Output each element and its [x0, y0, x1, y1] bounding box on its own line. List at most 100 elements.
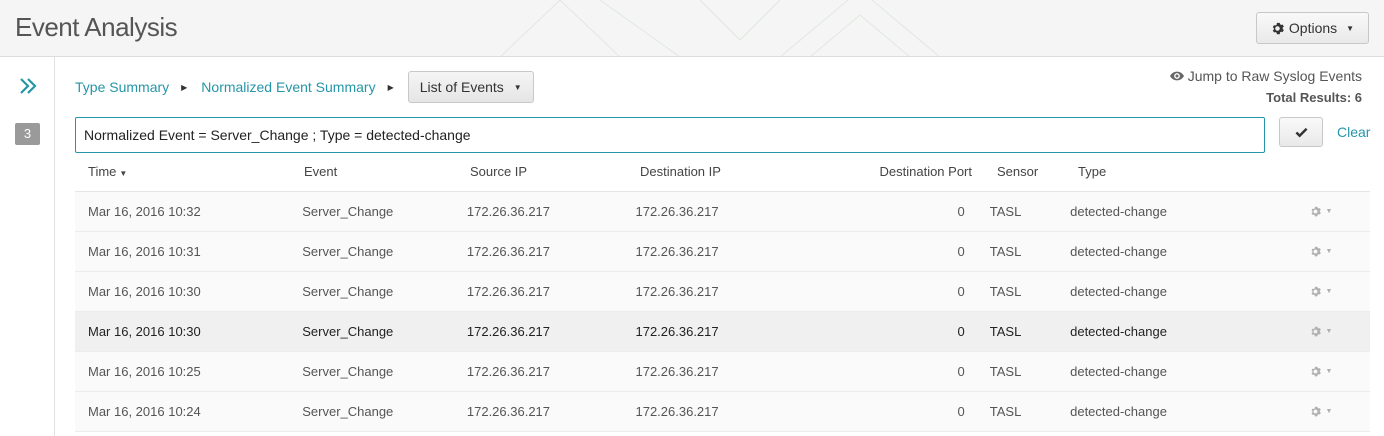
cell-sensor: TASL — [989, 324, 1022, 339]
list-of-events-dropdown[interactable]: List of Events ▼ — [407, 71, 534, 103]
column-header-label: Time — [88, 164, 117, 179]
eye-icon — [1169, 71, 1184, 81]
table-body: Mar 16, 2016 10:32 Server_Change 172.26.… — [75, 192, 1370, 432]
cell-destination-port: 0 — [957, 244, 965, 259]
jump-to-raw-syslog-link[interactable]: Jump to Raw Syslog Events — [1169, 68, 1362, 84]
table-row[interactable]: Mar 16, 2016 10:24 Server_Change 172.26.… — [75, 392, 1370, 432]
gear-icon — [1272, 22, 1284, 34]
row-actions-menu[interactable]: ▼ — [1310, 206, 1370, 217]
raw-link-label: Jump to Raw Syslog Events — [1187, 68, 1362, 84]
caret-right-icon: ▶ — [181, 82, 188, 92]
gear-icon — [1311, 286, 1322, 297]
table-row[interactable]: Mar 16, 2016 10:30 Server_Change 172.26.… — [75, 272, 1370, 312]
cell-event: Server_Change — [302, 324, 394, 339]
clear-filter-link[interactable]: Clear — [1337, 124, 1370, 140]
caret-down-icon: ▼ — [1325, 368, 1333, 375]
expand-panel-button[interactable] — [17, 75, 39, 97]
caret-down-icon: ▼ — [1325, 288, 1333, 295]
cell-source-ip: 172.26.36.217 — [466, 324, 551, 339]
cell-time: Mar 16, 2016 10:31 — [88, 244, 201, 259]
checkmark-icon — [1295, 127, 1307, 137]
caret-down-icon: ▼ — [1325, 328, 1333, 335]
cell-destination-port: 0 — [957, 324, 965, 339]
cell-sensor: TASL — [989, 244, 1022, 259]
cell-type: detected-change — [1070, 404, 1167, 419]
cell-destination-ip: 172.26.36.217 — [635, 404, 719, 419]
cell-event: Server_Change — [302, 404, 394, 419]
filter-input[interactable] — [75, 117, 1265, 153]
double-chevron-right-icon — [20, 78, 37, 94]
column-header-destination-ip[interactable]: Destination IP — [640, 164, 810, 179]
cell-destination-ip: 172.26.36.217 — [635, 284, 719, 299]
breadcrumb: Type Summary ▶ Normalized Event Summary … — [75, 71, 534, 103]
gear-icon — [1311, 366, 1322, 377]
column-header-time[interactable]: Time ▼ — [88, 164, 304, 179]
events-table: Time ▼ Event Source IP Destination IP Des… — [75, 152, 1370, 432]
cell-source-ip: 172.26.36.217 — [466, 364, 551, 379]
cell-destination-ip: 172.26.36.217 — [635, 244, 719, 259]
cell-source-ip: 172.26.36.217 — [466, 244, 551, 259]
cell-time: Mar 16, 2016 10:24 — [88, 404, 201, 419]
cell-source-ip: 172.26.36.217 — [466, 284, 551, 299]
breadcrumb-type-summary[interactable]: Type Summary — [75, 79, 169, 95]
row-actions-menu[interactable]: ▼ — [1310, 366, 1370, 377]
column-header-source-ip[interactable]: Source IP — [470, 164, 640, 179]
cell-sensor: TASL — [989, 404, 1022, 419]
cell-source-ip: 172.26.36.217 — [466, 404, 551, 419]
column-header-sensor[interactable]: Sensor — [972, 164, 1078, 179]
table-row[interactable]: Mar 16, 2016 10:30 Server_Change 172.26.… — [75, 312, 1370, 352]
row-actions-menu[interactable]: ▼ — [1310, 326, 1370, 337]
cell-type: detected-change — [1070, 364, 1167, 379]
page-title: Event Analysis — [15, 12, 178, 42]
cell-destination-ip: 172.26.36.217 — [635, 364, 719, 379]
page-header: Event Analysis Options ▼ — [0, 0, 1384, 57]
cell-type: detected-change — [1070, 284, 1167, 299]
column-header-destination-port[interactable]: Destination Port — [810, 164, 973, 179]
cell-source-ip: 172.26.36.217 — [466, 204, 551, 219]
table-row[interactable]: Mar 16, 2016 10:25 Server_Change 172.26.… — [75, 352, 1370, 392]
dropdown-label: List of Events — [419, 79, 504, 95]
gear-icon — [1311, 246, 1322, 257]
cell-event: Server_Change — [302, 204, 394, 219]
cell-destination-ip: 172.26.36.217 — [635, 204, 719, 219]
caret-down-icon: ▼ — [1325, 208, 1333, 215]
cell-event: Server_Change — [302, 284, 394, 299]
total-results: Total Results: 6 — [1266, 90, 1362, 105]
cell-destination-port: 0 — [957, 204, 965, 219]
cell-sensor: TASL — [989, 364, 1022, 379]
cell-type: detected-change — [1070, 244, 1167, 259]
cell-event: Server_Change — [302, 364, 394, 379]
column-header-event[interactable]: Event — [291, 164, 470, 179]
caret-down-icon: ▼ — [1325, 408, 1333, 415]
cell-event: Server_Change — [302, 244, 394, 259]
left-rail: 3 — [0, 57, 55, 436]
cell-time: Mar 16, 2016 10:32 — [88, 204, 201, 219]
apply-filter-button[interactable] — [1279, 117, 1323, 147]
gear-icon — [1311, 326, 1322, 337]
cell-destination-ip: 172.26.36.217 — [635, 324, 719, 339]
cell-destination-port: 0 — [957, 364, 965, 379]
column-header-type[interactable]: Type — [1078, 164, 1278, 179]
sort-desc-icon: ▼ — [119, 169, 128, 178]
cell-sensor: TASL — [989, 284, 1022, 299]
row-actions-menu[interactable]: ▼ — [1310, 246, 1370, 257]
row-actions-menu[interactable]: ▼ — [1310, 286, 1370, 297]
caret-down-icon: ▼ — [1325, 248, 1333, 255]
caret-down-icon: ▼ — [1346, 23, 1355, 33]
breadcrumb-normalized-event-summary[interactable]: Normalized Event Summary — [201, 79, 375, 95]
cell-sensor: TASL — [989, 204, 1022, 219]
caret-down-icon: ▼ — [513, 82, 522, 92]
row-actions-menu[interactable]: ▼ — [1310, 406, 1370, 417]
table-header: Time ▼ Event Source IP Destination IP Des… — [75, 152, 1370, 192]
cell-type: detected-change — [1070, 204, 1167, 219]
header-background-pattern — [500, 0, 940, 56]
options-label: Options — [1288, 20, 1338, 36]
count-badge: 3 — [15, 123, 40, 145]
options-button[interactable]: Options ▼ — [1256, 12, 1369, 44]
cell-destination-port: 0 — [957, 404, 965, 419]
gear-icon — [1311, 206, 1322, 217]
table-row[interactable]: Mar 16, 2016 10:32 Server_Change 172.26.… — [75, 192, 1370, 232]
cell-time: Mar 16, 2016 10:30 — [88, 324, 201, 339]
gear-icon — [1311, 406, 1322, 417]
table-row[interactable]: Mar 16, 2016 10:31 Server_Change 172.26.… — [75, 232, 1370, 272]
